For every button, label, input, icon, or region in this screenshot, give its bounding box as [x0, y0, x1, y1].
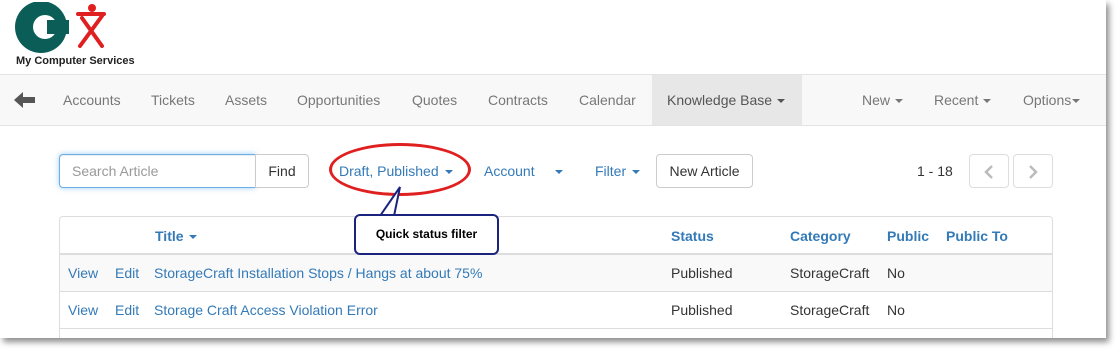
- nav-calendar[interactable]: Calendar: [579, 75, 636, 125]
- column-header-public[interactable]: Public: [887, 217, 929, 255]
- edit-link[interactable]: Edit: [115, 255, 139, 292]
- article-category: StorageCraft: [790, 302, 870, 318]
- edit-link[interactable]: Edit: [115, 292, 139, 329]
- main-navbar: Accounts Tickets Assets Opportunities Qu…: [0, 74, 1106, 126]
- nav-recent-dropdown[interactable]: Recent: [934, 75, 992, 125]
- annotation-callout: Quick status filter: [354, 214, 499, 255]
- nav-label: Contracts: [488, 92, 548, 108]
- nav-opportunities[interactable]: Opportunities: [297, 75, 380, 125]
- column-header-public-to[interactable]: Public To: [946, 217, 1008, 255]
- nav-label: Assets: [225, 92, 268, 108]
- chevron-right-icon: [1029, 165, 1038, 179]
- article-status: Published: [671, 265, 733, 281]
- nav-contracts[interactable]: Contracts: [488, 75, 548, 125]
- nav-knowledge-base[interactable]: Knowledge Base: [652, 75, 802, 125]
- caret-down-icon: [632, 170, 641, 175]
- nav-label: New: [862, 92, 891, 108]
- app-window: My Computer Services Accounts Tickets As…: [0, 0, 1106, 338]
- nav-label: Knowledge Base: [667, 92, 773, 108]
- caret-down-icon: [777, 99, 786, 104]
- articles-table: Title Status Category Public Public To V…: [59, 216, 1053, 338]
- company-logo[interactable]: My Computer Services: [14, 2, 144, 68]
- nav-label: Tickets: [151, 92, 195, 108]
- logo-mark-icon: [15, 2, 106, 53]
- pager-range: 1 - 18: [917, 163, 953, 179]
- column-header-title[interactable]: Title: [155, 217, 197, 255]
- new-article-button[interactable]: New Article: [656, 154, 753, 188]
- column-title-label: Title: [155, 228, 184, 244]
- article-status: Published: [671, 302, 733, 318]
- nav-label: Calendar: [579, 92, 636, 108]
- find-button[interactable]: Find: [255, 154, 309, 188]
- nav-label: Recent: [934, 92, 979, 108]
- caret-down-icon: [1072, 99, 1081, 104]
- nav-new-dropdown[interactable]: New: [862, 75, 904, 125]
- nav-label: Options: [1023, 92, 1072, 108]
- account-filter-dropdown[interactable]: Account: [484, 154, 563, 188]
- arrow-left-icon[interactable]: [14, 92, 36, 108]
- caret-down-icon: [554, 170, 563, 175]
- article-title-link[interactable]: StorageCraft Installation Stops / Hangs …: [154, 255, 482, 292]
- nav-label: Quotes: [412, 92, 458, 108]
- nav-options-dropdown[interactable]: Options: [1023, 75, 1081, 125]
- table-row: View Edit Storage Craft Access Violation…: [60, 292, 1052, 329]
- company-name: My Computer Services: [16, 55, 135, 67]
- article-public: No: [887, 302, 905, 318]
- caret-down-icon: [895, 99, 904, 104]
- filter-dropdown[interactable]: Filter: [595, 154, 641, 188]
- filter-label: Filter: [595, 163, 627, 179]
- caret-down-icon: [983, 99, 992, 104]
- search-article-input[interactable]: [59, 154, 256, 188]
- column-header-category[interactable]: Category: [790, 217, 851, 255]
- table-header-row: Title Status Category Public Public To: [60, 217, 1052, 255]
- column-header-status[interactable]: Status: [671, 217, 714, 255]
- nav-tickets[interactable]: Tickets: [151, 75, 195, 125]
- view-link[interactable]: View: [68, 292, 98, 329]
- nav-quotes[interactable]: Quotes: [412, 75, 457, 125]
- view-link[interactable]: View: [68, 255, 98, 292]
- table-row: View Edit StorageCraft Installation Stop…: [60, 255, 1052, 292]
- sort-caret-icon: [188, 235, 197, 240]
- article-category: StorageCraft: [790, 265, 870, 281]
- nav-assets[interactable]: Assets: [225, 75, 267, 125]
- account-filter-label: Account: [484, 163, 535, 179]
- nav-accounts[interactable]: Accounts: [63, 75, 121, 125]
- previous-page-button[interactable]: [969, 154, 1009, 188]
- article-public: No: [887, 265, 905, 281]
- chevron-left-icon: [984, 165, 993, 179]
- nav-label: Opportunities: [297, 92, 381, 108]
- nav-label: Accounts: [63, 92, 121, 108]
- next-page-button[interactable]: [1013, 154, 1053, 188]
- article-title-link[interactable]: Storage Craft Access Violation Error: [154, 292, 378, 329]
